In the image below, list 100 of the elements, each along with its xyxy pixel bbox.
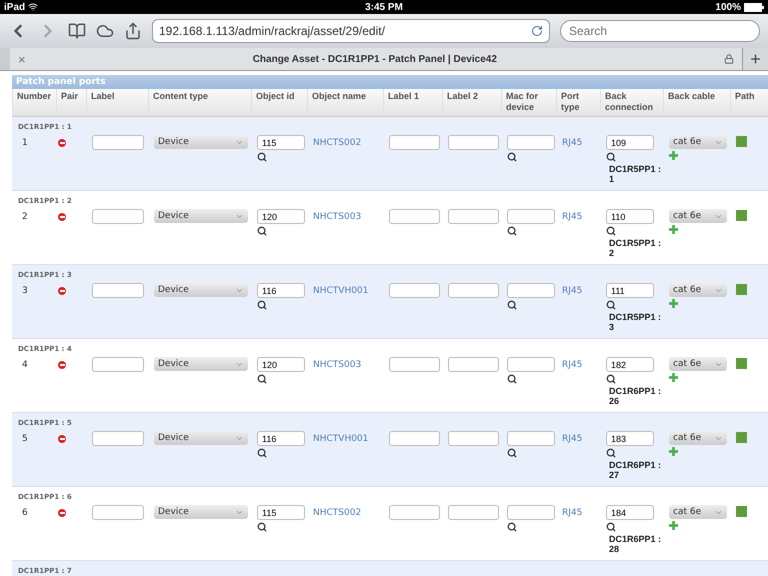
label-1-field[interactable]	[389, 283, 440, 298]
label-2-field[interactable]	[448, 209, 499, 224]
object-id-field[interactable]: 115	[257, 135, 305, 150]
content-type-select[interactable]: Device	[154, 209, 248, 223]
remove-icon[interactable]	[58, 213, 66, 221]
content-type-select[interactable]: Device	[154, 505, 248, 519]
search-icon[interactable]	[507, 300, 517, 310]
label-field[interactable]	[92, 431, 144, 446]
port-type-link[interactable]: RJ45	[562, 357, 582, 370]
cloud-icon[interactable]	[96, 22, 114, 40]
back-connection-field[interactable]: 183	[606, 431, 654, 446]
port-type-link[interactable]: RJ45	[562, 431, 582, 444]
label-2-field[interactable]	[448, 431, 499, 446]
mac-field[interactable]	[507, 431, 555, 446]
back-cable-select[interactable]: cat 6e	[669, 209, 727, 223]
object-id-field[interactable]: 115	[257, 505, 305, 520]
object-name-link[interactable]: NHCTS003	[313, 357, 362, 370]
label-1-field[interactable]	[389, 505, 440, 520]
remove-icon[interactable]	[58, 139, 66, 147]
object-id-field[interactable]: 120	[257, 357, 305, 372]
back-cable-select[interactable]: cat 6e	[669, 135, 727, 149]
search-icon[interactable]	[507, 374, 517, 384]
label-1-field[interactable]	[389, 209, 440, 224]
mac-field[interactable]	[507, 283, 555, 298]
label-field[interactable]	[92, 209, 144, 224]
content-type-select[interactable]: Device	[154, 357, 248, 371]
label-field[interactable]	[92, 357, 144, 372]
add-icon[interactable]	[669, 373, 678, 382]
object-id-field[interactable]: 116	[257, 431, 305, 446]
search-icon[interactable]	[507, 448, 517, 458]
browser-tab[interactable]: × Change Asset - DC1R1PP1 - Patch Panel | Device42	[10, 48, 742, 70]
label-2-field[interactable]	[448, 357, 499, 372]
back-cable-select[interactable]: cat 6e	[669, 283, 727, 297]
new-tab-button[interactable]: +	[742, 48, 768, 70]
search-icon[interactable]	[257, 226, 267, 236]
search-icon[interactable]	[257, 152, 267, 162]
back-cable-select[interactable]: cat 6e	[669, 505, 727, 519]
add-icon[interactable]	[669, 151, 678, 160]
remove-icon[interactable]	[58, 287, 66, 295]
search-icon[interactable]	[606, 374, 616, 384]
object-name-link[interactable]: NHCTVH001	[313, 283, 368, 296]
object-id-field[interactable]: 120	[257, 209, 305, 224]
back-cable-select[interactable]: cat 6e	[669, 431, 727, 445]
remove-icon[interactable]	[58, 361, 66, 369]
reload-icon[interactable]	[531, 25, 543, 37]
search-icon[interactable]	[606, 522, 616, 532]
object-name-link[interactable]: NHCTVH001	[313, 431, 368, 444]
search-field[interactable]: Search	[560, 20, 760, 42]
mac-field[interactable]	[507, 505, 555, 520]
bookmarks-icon[interactable]	[68, 22, 86, 40]
search-icon[interactable]	[507, 522, 517, 532]
content-type-select[interactable]: Device	[154, 431, 248, 445]
search-icon[interactable]	[507, 226, 517, 236]
search-icon[interactable]	[257, 448, 267, 458]
add-icon[interactable]	[669, 299, 678, 308]
content-type-select[interactable]: Device	[154, 283, 248, 297]
object-name-link[interactable]: NHCTS002	[313, 505, 362, 518]
back-connection-field[interactable]: 182	[606, 357, 654, 372]
object-name-link[interactable]: NHCTS002	[313, 135, 362, 148]
close-tab-button[interactable]: ×	[18, 52, 26, 66]
remove-icon[interactable]	[58, 509, 66, 517]
label-field[interactable]	[92, 135, 144, 150]
back-connection-field[interactable]: 111	[606, 283, 654, 298]
mac-field[interactable]	[507, 135, 555, 150]
share-icon[interactable]	[124, 22, 142, 40]
search-icon[interactable]	[606, 152, 616, 162]
label-1-field[interactable]	[389, 357, 440, 372]
label-field[interactable]	[92, 283, 144, 298]
object-id-field[interactable]: 116	[257, 283, 305, 298]
label-2-field[interactable]	[448, 283, 499, 298]
address-bar[interactable]: 192.168.1.113/admin/rackraj/asset/29/edit/	[152, 19, 550, 43]
remove-icon[interactable]	[58, 435, 66, 443]
back-connection-field[interactable]: 109	[606, 135, 654, 150]
label-1-field[interactable]	[389, 431, 440, 446]
back-connection-field[interactable]: 110	[606, 209, 654, 224]
search-icon[interactable]	[257, 522, 267, 532]
mac-field[interactable]	[507, 209, 555, 224]
search-icon[interactable]	[606, 226, 616, 236]
search-icon[interactable]	[606, 448, 616, 458]
search-icon[interactable]	[257, 374, 267, 384]
label-field[interactable]	[92, 505, 144, 520]
back-cable-select[interactable]: cat 6e	[669, 357, 727, 371]
label-2-field[interactable]	[448, 505, 499, 520]
search-icon[interactable]	[257, 300, 267, 310]
label-1-field[interactable]	[389, 135, 440, 150]
search-icon[interactable]	[507, 152, 517, 162]
column-header: Label	[86, 89, 148, 116]
add-icon[interactable]	[669, 447, 678, 456]
search-icon[interactable]	[606, 300, 616, 310]
add-icon[interactable]	[669, 521, 678, 530]
back-connection-field[interactable]: 184	[606, 505, 654, 520]
mac-field[interactable]	[507, 357, 555, 372]
object-name-link[interactable]: NHCTS003	[313, 209, 362, 222]
add-icon[interactable]	[669, 225, 678, 234]
content-type-select[interactable]: Device	[154, 135, 248, 149]
port-type-link[interactable]: RJ45	[562, 209, 582, 222]
port-type-link[interactable]: RJ45	[562, 505, 582, 518]
label-2-field[interactable]	[448, 135, 499, 150]
port-type-link[interactable]: RJ45	[562, 135, 582, 148]
port-type-link[interactable]: RJ45	[562, 283, 582, 296]
